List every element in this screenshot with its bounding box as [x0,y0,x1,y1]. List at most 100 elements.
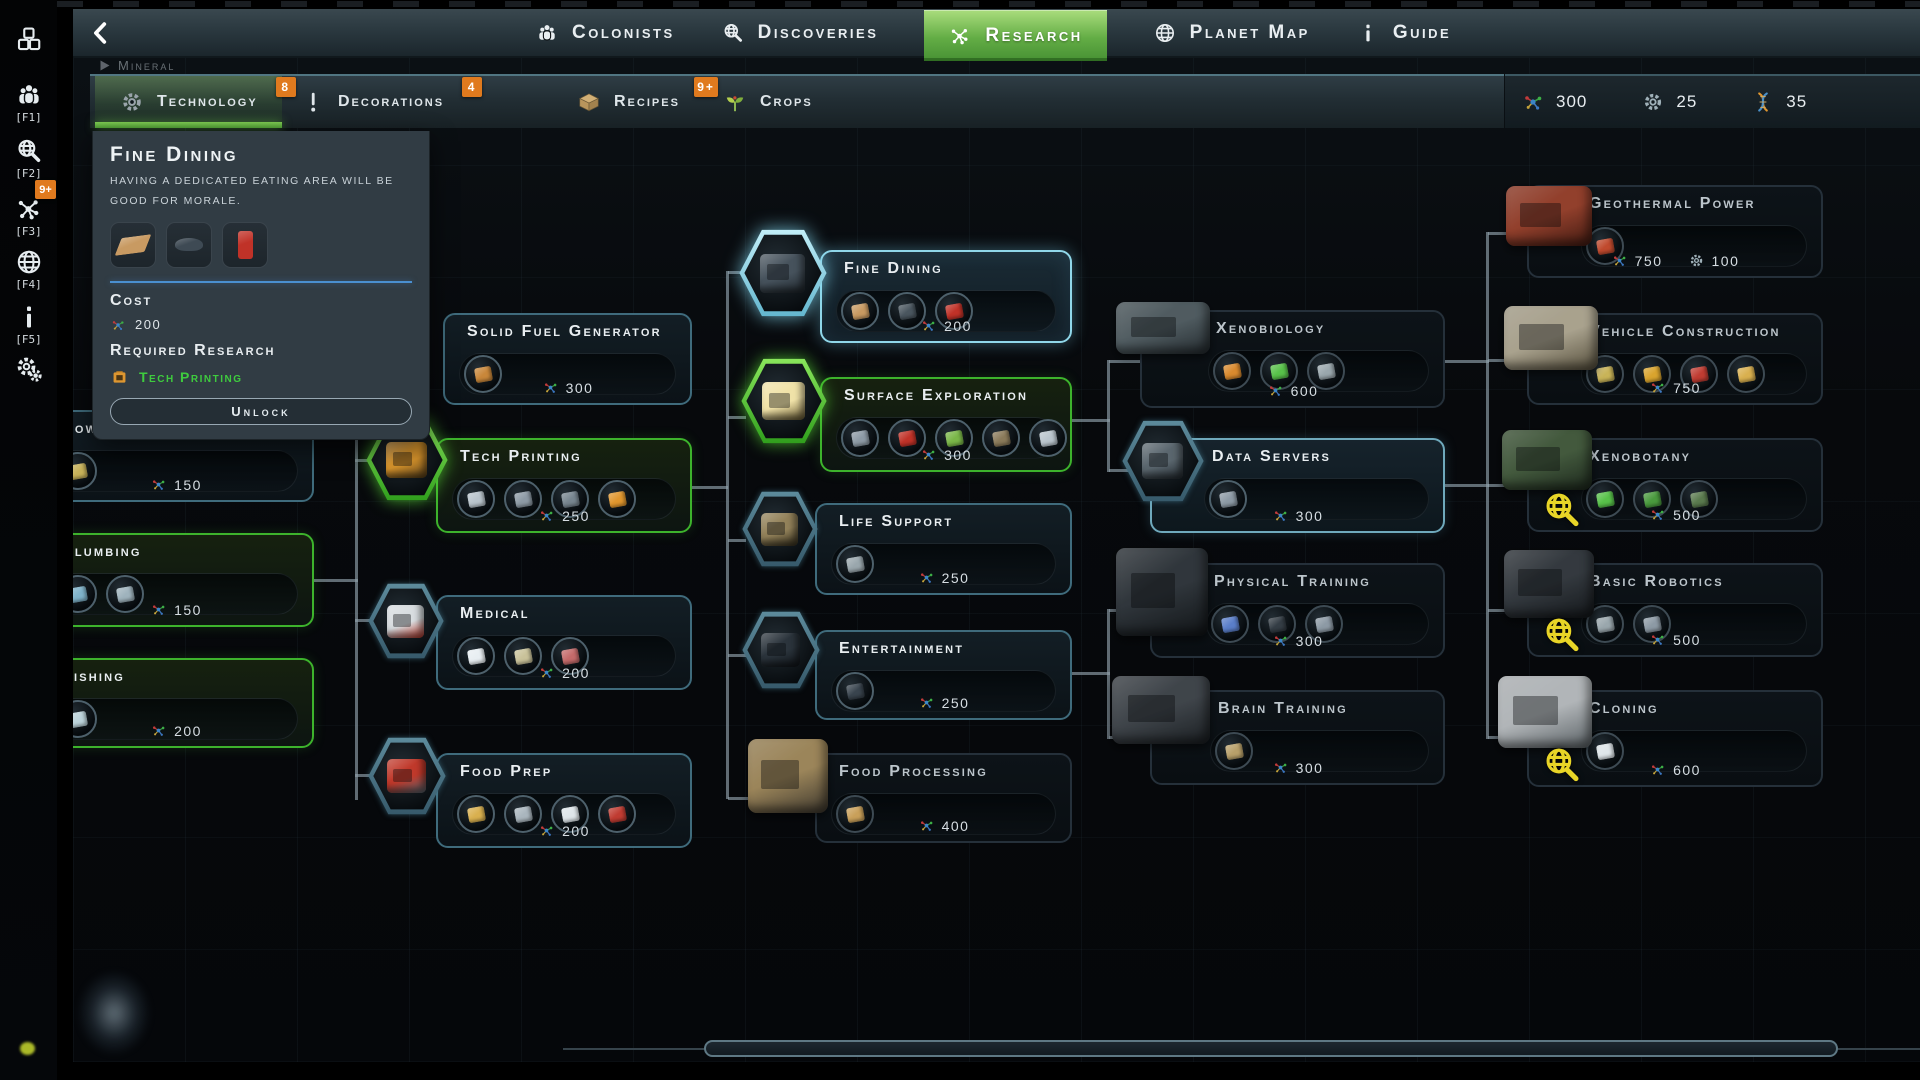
tech-node-food-processing[interactable]: Food Processing400 [815,753,1072,843]
tree-connector [1445,360,1489,363]
node-cost-value: 300 [1296,508,1324,524]
exclamation-icon [300,89,326,115]
research-tooltip: Fine Dining Having a dedicated eating ar… [92,131,430,440]
sidebar-item-research[interactable]: [F3]9+ [0,194,57,238]
sidebar-item-guide[interactable]: [F5] [0,302,57,346]
tech-node-vehicle-construction[interactable]: Vehicle Construction 750 [1527,313,1823,405]
resource-value: 300 [1556,92,1587,112]
tree-connector [1445,484,1489,487]
tab-discoveries[interactable]: Discoveries [721,9,879,56]
tech-node-basic-robotics[interactable]: Basic Robotics500 [1527,563,1823,657]
tech-node-cloning[interactable]: Cloning 600 [1527,690,1823,787]
tech-node-physical-training[interactable]: Physical Training300 [1150,563,1445,658]
node-image-physical-training [1116,548,1208,636]
tree-connector [1072,672,1110,675]
magnifier-globe-icon [721,21,745,45]
research-points-icon [1272,507,1289,524]
node-title: Fine Dining [844,260,943,278]
sidebar-item-planet-map[interactable]: [F4] [0,247,57,291]
sidebar-item-colonists[interactable]: [F1] [0,80,57,124]
node-cost: 200 [436,664,692,681]
horizontal-scrollbar-thumb[interactable] [704,1040,1838,1057]
tech-node-tech-printing[interactable]: Tech Printing250 [436,438,692,533]
sidebar-item-settings[interactable] [0,354,57,384]
sidebar-item-discoveries[interactable]: [F2] [0,136,57,180]
required-tech-link[interactable]: Tech Printing [139,369,243,385]
tech-node-life-support[interactable]: Life Support250 [815,503,1072,595]
tech-node-plumbing[interactable]: Plumbing150 [73,533,314,627]
tech-node-fishing[interactable]: Fishing200 [73,658,314,748]
research-network-icon [948,24,972,48]
category-tab-crops[interactable]: Crops [698,76,837,128]
tab-research[interactable]: Research [924,10,1106,61]
node-image-xenobotany [1502,430,1592,490]
node-image-xenobiology [1116,302,1210,354]
tooltip-description: Having a dedicated eating area will be g… [110,171,412,212]
tech-node-brain-training[interactable]: Brain Training300 [1150,690,1445,785]
tech-node-entertainment[interactable]: Entertainment250 [815,630,1072,720]
hex-image [1142,443,1183,479]
research-points-icon [1272,632,1289,649]
research-points-icon [918,694,935,711]
sprout-icon [722,89,748,115]
research-points-icon [150,476,167,493]
node-hex-food-prep [368,737,446,815]
tab-planet-map[interactable]: Planet Map [1153,9,1310,56]
node-image-brain-training [1112,676,1210,744]
research-points-icon [538,664,555,681]
hotkey-label: [F2] [15,167,42,180]
top-dashed-strip [57,1,1920,7]
research-points-icon [1649,506,1666,523]
tech-node-data-servers[interactable]: Data Servers300 [1150,438,1445,533]
unlock-item-floor-tile [110,222,156,268]
node-title: Solid Fuel Generator [467,323,662,341]
tab-label: Planet Map [1190,22,1310,44]
info-icon [14,302,44,332]
node-hex-entertainment [742,611,820,689]
tech-node-xenobiology[interactable]: Xenobiology600 [1140,310,1445,408]
research-points-icon [538,822,555,839]
node-title: Tech Printing [460,448,582,466]
tab-label: Colonists [572,22,675,44]
node-cost-value: 200 [944,318,972,334]
node-cost: 300 [443,379,692,396]
node-image-vehicle-construction [1504,306,1598,370]
node-cost-value: 600 [1673,762,1701,778]
research-points-icon [918,817,935,834]
node-title: Physical Training [1214,573,1371,591]
tab-colonists[interactable]: Colonists [535,9,675,56]
tech-node-food-prep[interactable]: Food Prep200 [436,753,692,848]
category-tab-decorations[interactable]: Decorations4 [276,76,468,128]
tooltip-cost-value: 200 [135,317,161,332]
back-button[interactable] [87,19,115,47]
tech-node-xenobotany[interactable]: Xenobotany500 [1527,438,1823,532]
node-image-food-processing [748,739,828,813]
tech-node-medical[interactable]: Medical200 [436,595,692,690]
unlock-item-dining-table [166,222,212,268]
node-cost-value: 150 [174,477,202,493]
tree-connector [1072,419,1110,422]
node-cost: 750100 [1527,252,1823,269]
sidebar-item-build[interactable] [0,24,57,54]
category-tab-recipes[interactable]: Recipes9+ [552,76,704,128]
node-cost-value: 750 [1673,380,1701,396]
tech-node-solid-fuel-generator[interactable]: Solid Fuel Generator 300 [443,313,692,405]
tech-node-fine-dining[interactable]: Fine Dining 200 [820,250,1072,343]
tab-guide[interactable]: Guide [1356,9,1451,56]
node-title: Cloning [1589,700,1659,718]
tech-node-surface-exploration[interactable]: Surface Exploration300 [820,377,1072,472]
node-title: Xenobotany [1589,448,1691,466]
node-title: Vehicle Construction [1589,323,1781,341]
node-title: Fishing [73,668,125,686]
people-icon [535,21,559,45]
resource-gear-resource: 25 [1641,90,1697,114]
node-cost: 250 [815,694,1072,711]
cubes-icon [14,24,44,54]
tech-node-geothermal-power[interactable]: Geothermal Power 750100 [1527,185,1823,278]
node-title: Geothermal Power [1589,195,1756,213]
info-icon [1356,21,1380,45]
unlock-button[interactable]: Unlock [110,398,412,425]
category-tab-technology[interactable]: Technology8 [95,76,282,128]
tree-connector [1107,609,1110,739]
node-cost: 150 [73,601,314,618]
